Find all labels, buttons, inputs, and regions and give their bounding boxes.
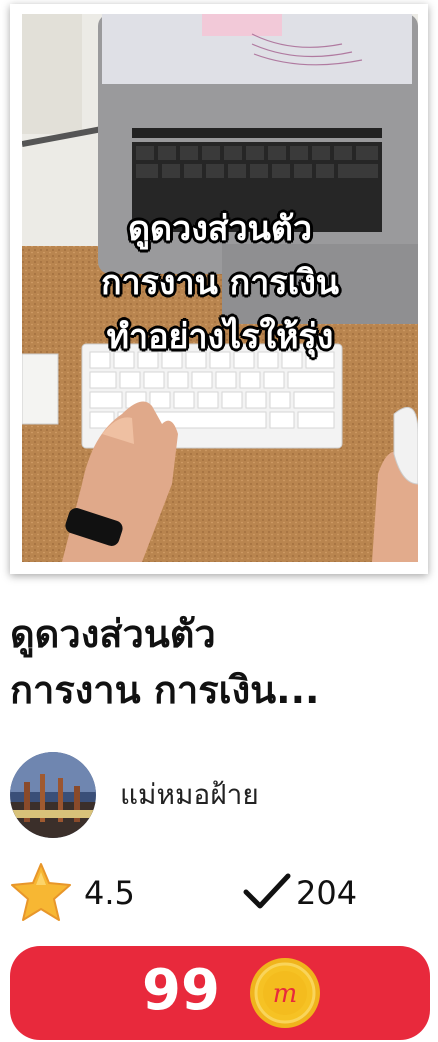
author-name[interactable]: แม่หมอฝ้าย: [120, 773, 259, 817]
checkmark-icon: [243, 873, 291, 909]
cover-overlay-text: ดูดวงส่วนตัว การงาน การเงิน ทำอย่างไรให้…: [22, 202, 418, 364]
cover-image: ดูดวงส่วนตัว การงาน การเงิน ทำอย่างไรให้…: [22, 14, 418, 562]
avatar-image: [10, 752, 96, 838]
cover-card[interactable]: ดูดวงส่วนตัว การงาน การเงิน ทำอย่างไรให้…: [10, 4, 428, 574]
cover-line: ทำอย่างไรให้รุ่ง: [106, 317, 334, 357]
avatar[interactable]: [10, 752, 96, 838]
cover-line: ดูดวงส่วนตัว: [127, 209, 313, 249]
cover-line: การงาน การเงิน: [100, 263, 340, 303]
coin-symbol: m: [273, 979, 298, 1009]
buy-button[interactable]: 99 m: [10, 946, 430, 1040]
item-title[interactable]: ดูดวงส่วนตัว การงาน การเงิน...: [10, 606, 430, 718]
stats-row: 4.5 204: [10, 862, 430, 922]
purchase-count: 204: [296, 874, 358, 912]
price-label: 99: [142, 958, 220, 1023]
rating-value: 4.5: [84, 874, 135, 912]
author-row[interactable]: แม่หมอฝ้าย: [10, 752, 259, 838]
title-line-1: ดูดวงส่วนตัว: [10, 612, 216, 656]
star-icon: [11, 863, 71, 921]
title-line-2: การงาน การเงิน...: [10, 668, 320, 712]
coin-icon: m: [250, 958, 320, 1028]
